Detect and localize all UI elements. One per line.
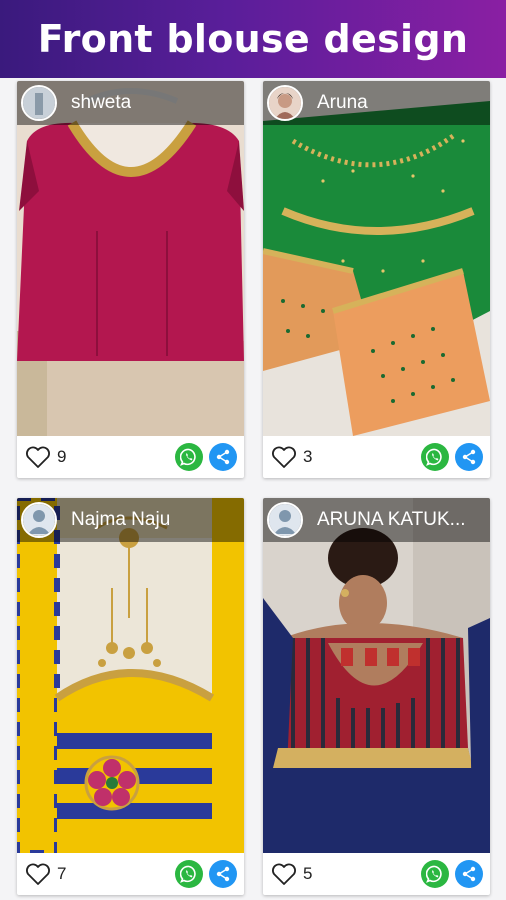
share-icon[interactable] xyxy=(209,443,237,471)
share-icon[interactable] xyxy=(209,860,237,888)
user-bar[interactable]: shweta xyxy=(17,81,244,125)
heart-outline-icon[interactable] xyxy=(25,862,51,886)
share-icon[interactable] xyxy=(455,443,483,471)
post-image[interactable] xyxy=(263,81,490,436)
username[interactable]: Aruna xyxy=(317,92,368,114)
like-count: 3 xyxy=(303,447,313,466)
like-count: 5 xyxy=(303,864,313,883)
post-image[interactable] xyxy=(17,81,244,436)
card-footer: 7 xyxy=(17,853,244,895)
avatar[interactable] xyxy=(267,502,303,538)
post-card[interactable]: Aruna 3 xyxy=(263,81,490,478)
post-image[interactable] xyxy=(263,498,490,853)
share-icon[interactable] xyxy=(455,860,483,888)
card-footer: 9 xyxy=(17,436,244,478)
post-card[interactable]: Najma Naju 7 xyxy=(17,498,244,895)
app-header: Front blouse design xyxy=(0,0,506,78)
like-count: 7 xyxy=(57,864,67,883)
like-count: 9 xyxy=(57,447,67,466)
username[interactable]: Najma Naju xyxy=(71,509,170,531)
user-bar[interactable]: Aruna xyxy=(263,81,490,125)
whatsapp-icon[interactable] xyxy=(175,443,203,471)
whatsapp-icon[interactable] xyxy=(421,443,449,471)
heart-outline-icon[interactable] xyxy=(271,862,297,886)
page-title: Front blouse design xyxy=(37,17,469,61)
post-grid: shweta 9 Aruna 3 Najma Naju 7 ARUNA KATU… xyxy=(0,78,506,900)
user-bar[interactable]: Najma Naju xyxy=(17,498,244,542)
whatsapp-icon[interactable] xyxy=(175,860,203,888)
post-image[interactable] xyxy=(17,498,244,853)
post-card[interactable]: ARUNA KATUK... 5 xyxy=(263,498,490,895)
whatsapp-icon[interactable] xyxy=(421,860,449,888)
heart-outline-icon[interactable] xyxy=(25,445,51,469)
card-footer: 5 xyxy=(263,853,490,895)
username[interactable]: shweta xyxy=(71,92,131,114)
avatar[interactable] xyxy=(267,85,303,121)
post-card[interactable]: shweta 9 xyxy=(17,81,244,478)
avatar[interactable] xyxy=(21,502,57,538)
username[interactable]: ARUNA KATUK... xyxy=(317,509,466,531)
card-footer: 3 xyxy=(263,436,490,478)
heart-outline-icon[interactable] xyxy=(271,445,297,469)
avatar[interactable] xyxy=(21,85,57,121)
user-bar[interactable]: ARUNA KATUK... xyxy=(263,498,490,542)
